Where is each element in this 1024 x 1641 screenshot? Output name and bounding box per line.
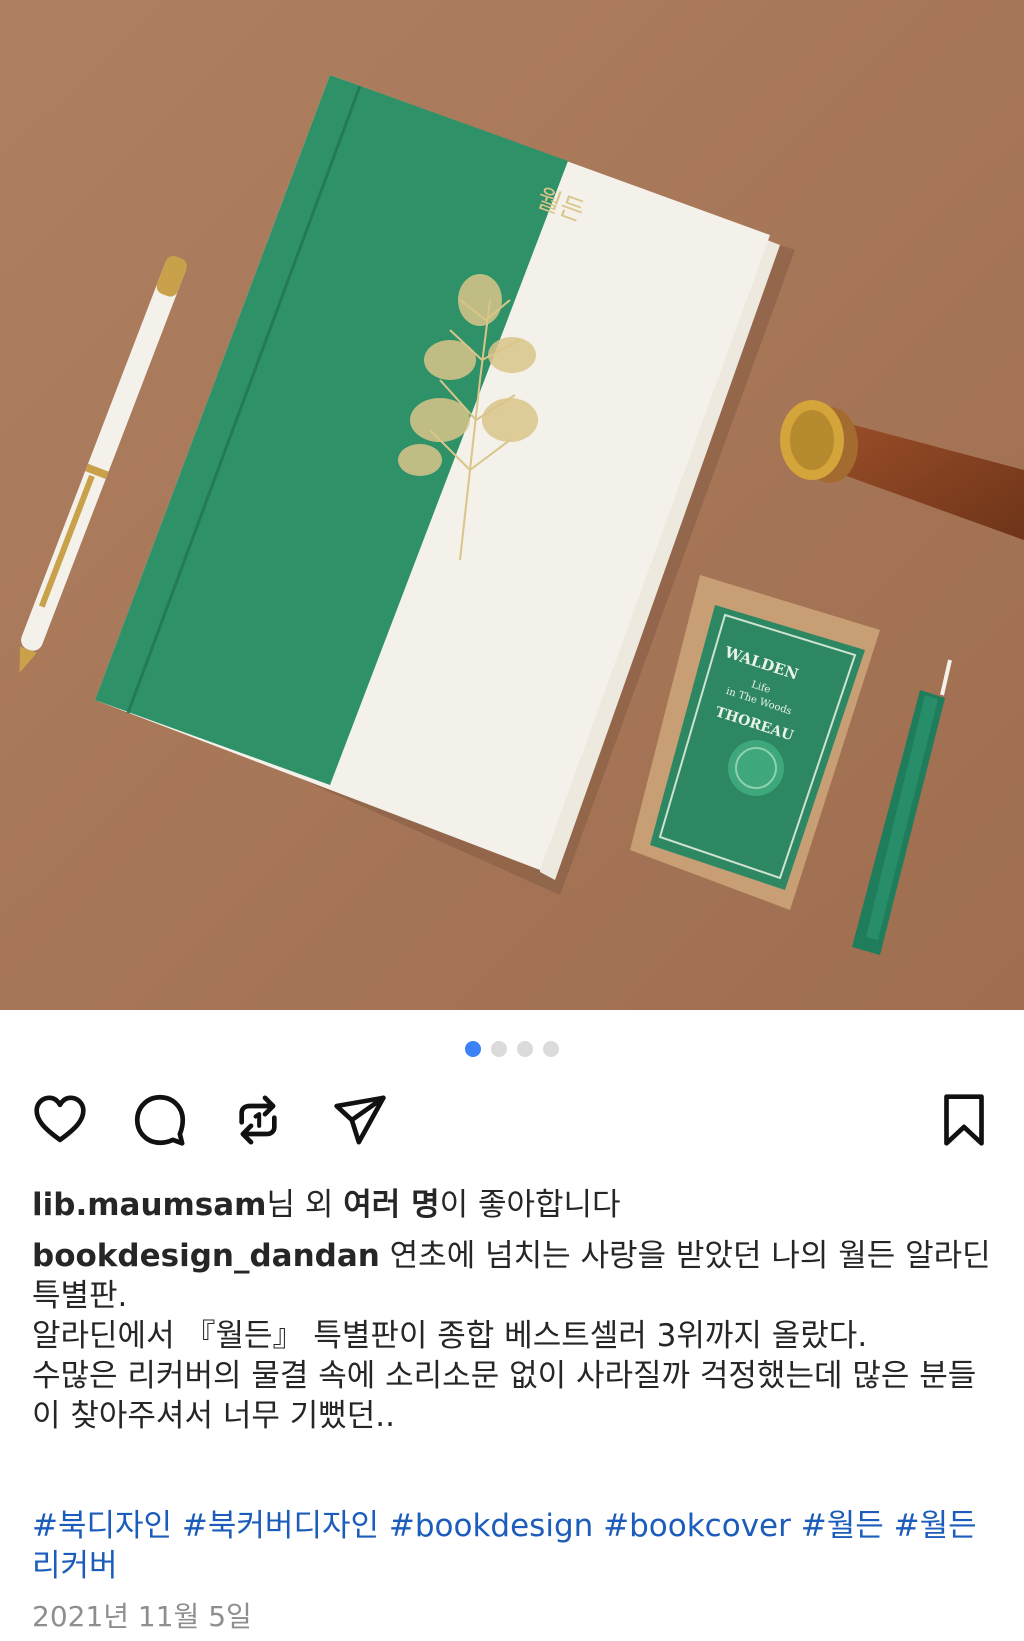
caption-line-1: bookdesign_dandan 연초에 넘치는 사랑을 받았던 나의 월든 … (32, 1236, 992, 1316)
bookmark-icon (944, 1094, 984, 1146)
heart-icon (34, 1095, 86, 1143)
hashtag-link[interactable]: #북커버디자인 (182, 1508, 379, 1544)
hashtag-link[interactable]: #북디자인 (32, 1508, 172, 1544)
likes-others-link[interactable]: 여러 명 (343, 1187, 439, 1223)
photo-illustration: 월든 WALDEN Life in The Woods THOREAU (0, 0, 1024, 1010)
like-button[interactable] (30, 1090, 90, 1150)
hashtag-link[interactable]: #bookdesign (389, 1508, 593, 1544)
hashtag-link[interactable]: #bookcover (603, 1508, 791, 1544)
carousel-dot-3[interactable] (517, 1041, 533, 1057)
post-photo[interactable]: 월든 WALDEN Life in The Woods THOREAU (0, 0, 1024, 1010)
carousel-dot-4[interactable] (543, 1041, 559, 1057)
hashtag-list: #북디자인 #북커버디자인 #bookdesign #bookcover #월든… (32, 1506, 992, 1586)
action-bar (30, 1090, 994, 1152)
caption-line-2: 알라딘에서 『월든』 특별판이 종합 베스트셀러 3위까지 올랐다. (32, 1318, 868, 1354)
repost-icon (239, 1095, 277, 1145)
carousel-indicator (0, 1041, 1024, 1057)
author-username[interactable]: bookdesign_dandan (32, 1238, 380, 1274)
likes-suffix-text: 이 좋아합니다 (439, 1187, 621, 1223)
save-button[interactable] (934, 1090, 994, 1150)
likes-summary: lib.maumsam님 외 여러 명이 좋아합니다 (32, 1185, 992, 1225)
caption-line-3: 수많은 리커버의 물결 속에 소리소문 없이 사라질까 걱정했는데 많은 분들이… (32, 1358, 977, 1434)
likes-middle-text: 님 외 (266, 1187, 344, 1223)
repost-button[interactable] (228, 1090, 288, 1150)
carousel-dot-1[interactable] (465, 1041, 481, 1057)
post-caption: bookdesign_dandan 연초에 넘치는 사랑을 받았던 나의 월든 … (32, 1236, 992, 1436)
post-date: 2021년 11월 5일 (32, 1600, 252, 1633)
comment-button[interactable] (130, 1090, 190, 1150)
hashtag-link[interactable]: #월든 (801, 1508, 884, 1544)
share-button[interactable] (330, 1090, 390, 1150)
send-icon (334, 1095, 386, 1145)
liker-username[interactable]: lib.maumsam (32, 1187, 266, 1223)
carousel-dot-2[interactable] (491, 1041, 507, 1057)
comment-icon (134, 1094, 186, 1146)
